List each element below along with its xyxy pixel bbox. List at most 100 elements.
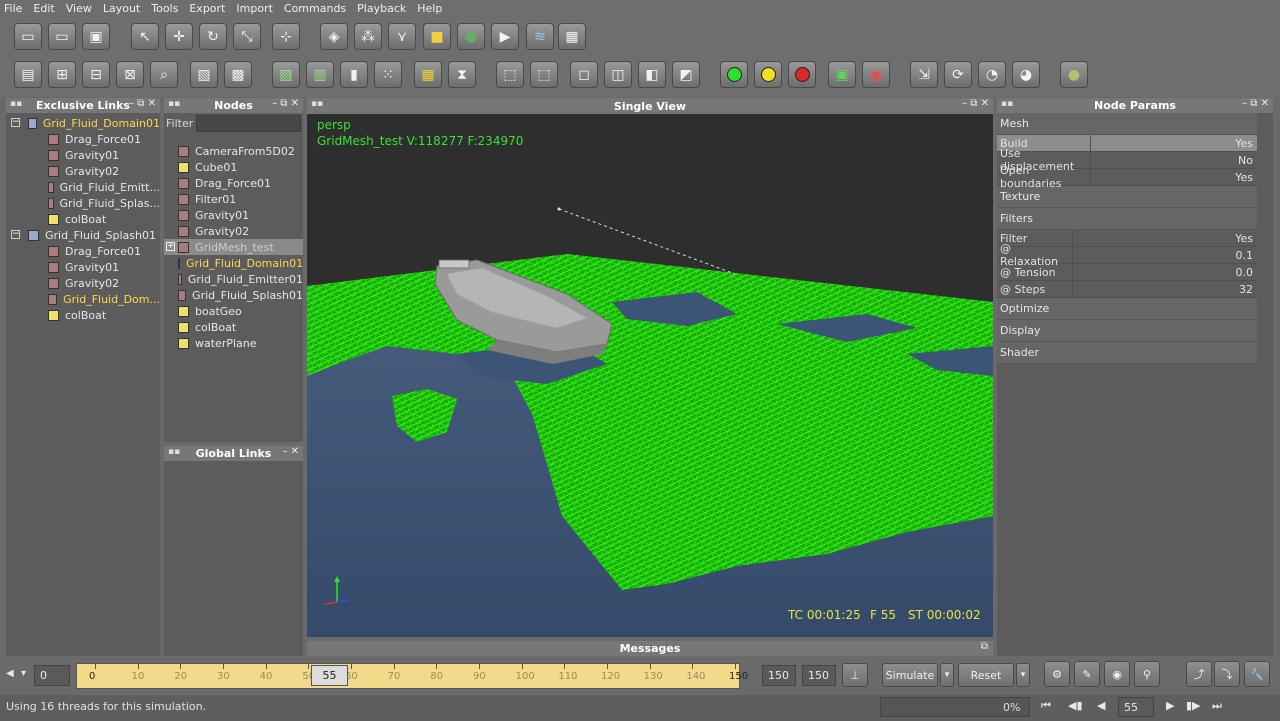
camera-icon[interactable]: ▶ bbox=[491, 23, 519, 50]
param-value[interactable]: Yes bbox=[1073, 232, 1257, 245]
exclusive-link-item[interactable]: Grid_Fluid_Dom... bbox=[6, 291, 160, 307]
panel-grip-icon[interactable]: ▪▪ bbox=[1001, 99, 1013, 109]
panel-grip-icon[interactable]: ▪▪ bbox=[168, 447, 180, 457]
menu-layout[interactable]: Layout bbox=[103, 2, 140, 15]
delete-cache-icon[interactable]: ▣ bbox=[862, 61, 890, 88]
node-item[interactable]: Grid_Fluid_Domain01 bbox=[164, 255, 303, 271]
sim-import-icon[interactable]: ⤵ bbox=[1214, 661, 1240, 687]
sim-tools-icon[interactable]: 🔧 bbox=[1244, 661, 1270, 687]
node-item[interactable]: Cube01 bbox=[164, 159, 303, 175]
node-item[interactable]: CameraFrom5D02 bbox=[164, 143, 303, 159]
simulate-button[interactable]: Simulate bbox=[882, 663, 938, 687]
panel-controls-icon[interactable]: – ⧉ ✕ bbox=[962, 98, 989, 109]
view-persp-icon[interactable]: ◩ bbox=[672, 61, 700, 88]
align-icon[interactable]: ⊠ bbox=[116, 61, 144, 88]
box-solid-icon[interactable]: ▩ bbox=[224, 61, 252, 88]
tool-c-icon[interactable]: ◕ bbox=[1012, 61, 1040, 88]
exclusive-group[interactable]: − Grid_Fluid_Domain01 bbox=[6, 115, 160, 131]
table-icon[interactable]: ▤ bbox=[14, 61, 42, 88]
play-icon[interactable]: ▶ bbox=[1166, 699, 1174, 712]
section-optimize[interactable]: Optimize bbox=[997, 298, 1257, 320]
prev-key-icon[interactable]: ◀▮ bbox=[1068, 699, 1083, 712]
menu-playback[interactable]: Playback bbox=[357, 2, 406, 15]
timeline-end-field[interactable]: 150 bbox=[762, 665, 796, 686]
panel-grip-icon[interactable]: ▪▪ bbox=[311, 99, 323, 109]
exclusive-link-item[interactable]: Gravity01 bbox=[6, 259, 160, 275]
node-item[interactable]: Gravity02 bbox=[164, 223, 303, 239]
messages-expand-icon[interactable]: ⧉ bbox=[981, 641, 988, 652]
section-mesh[interactable]: Mesh bbox=[997, 113, 1257, 135]
sim-edit-icon[interactable]: ✎ bbox=[1074, 661, 1100, 687]
save-cache-icon[interactable]: ▣ bbox=[828, 61, 856, 88]
add-icon[interactable]: ⊞ bbox=[48, 61, 76, 88]
section-display[interactable]: Display bbox=[997, 320, 1257, 342]
timeline-key-icon[interactable]: ⊥ bbox=[842, 663, 868, 687]
gravity-icon[interactable]: ⋎ bbox=[388, 23, 416, 50]
scale-icon[interactable]: ⤡ bbox=[233, 23, 261, 50]
grid-icon[interactable]: ▥ bbox=[306, 61, 334, 88]
exclusive-group[interactable]: − Grid_Fluid_Splash01 bbox=[6, 227, 160, 243]
save-icon[interactable]: ▣ bbox=[82, 23, 110, 50]
red-light-button[interactable] bbox=[788, 61, 816, 88]
frame-field[interactable]: 55 bbox=[1118, 697, 1154, 717]
3d-viewport[interactable]: persp GridMesh_test V:118277 F:234970 TC… bbox=[307, 114, 993, 637]
param-value[interactable]: Yes bbox=[1091, 171, 1257, 184]
export-mesh-icon[interactable]: ⇲ bbox=[910, 61, 938, 88]
collapse-icon[interactable]: − bbox=[11, 118, 20, 127]
node-item[interactable]: Grid_Fluid_Emitter01 bbox=[164, 271, 303, 287]
grid-cube-icon[interactable]: ▦ bbox=[558, 23, 586, 50]
simulate-dropdown-icon[interactable]: ▾ bbox=[940, 663, 954, 687]
timeline-current-frame[interactable]: 55 bbox=[311, 665, 348, 686]
last-frame-icon[interactable]: ⏭ bbox=[1212, 699, 1222, 713]
param-value[interactable]: 0.1 bbox=[1073, 249, 1257, 262]
exclusive-link-item[interactable]: colBoat bbox=[6, 211, 160, 227]
menu-export[interactable]: Export bbox=[189, 2, 225, 15]
section-texture[interactable]: Texture bbox=[997, 186, 1257, 208]
node-item[interactable]: Filter01 bbox=[164, 191, 303, 207]
sim-options-icon[interactable]: ⚙ bbox=[1044, 661, 1070, 687]
green-light-button[interactable] bbox=[720, 61, 748, 88]
exclusive-link-item[interactable]: Grid_Fluid_Emitt... bbox=[6, 179, 160, 195]
cube-wire-icon[interactable]: ◈ bbox=[320, 23, 348, 50]
collapse-icon[interactable]: − bbox=[11, 230, 20, 239]
sim-export-icon[interactable]: ⤴ bbox=[1186, 661, 1212, 687]
menu-view[interactable]: View bbox=[66, 2, 92, 15]
node-item[interactable]: Drag_Force01 bbox=[164, 175, 303, 191]
frame-dashed-icon[interactable]: ⬚ bbox=[530, 61, 558, 88]
node-item[interactable]: + GridMesh_test bbox=[164, 239, 303, 255]
exclusive-link-item[interactable]: colBoat bbox=[6, 307, 160, 323]
material-sphere-icon[interactable]: ● bbox=[1060, 61, 1088, 88]
sim-cache-icon[interactable]: ⚲ bbox=[1134, 661, 1160, 687]
timeline-left-arrow-icon[interactable]: ◀ bbox=[6, 668, 14, 679]
timeline-slider[interactable]: 0 10 20 30 40 50 60 70 80 90 100 110 120 130 140 150 55 bbox=[76, 663, 748, 689]
menu-help[interactable]: Help bbox=[417, 2, 442, 15]
exclusive-link-item[interactable]: Drag_Force01 bbox=[6, 131, 160, 147]
menu-edit[interactable]: Edit bbox=[33, 2, 54, 15]
cube-yellow-icon[interactable]: ■ bbox=[423, 23, 451, 50]
particles-icon[interactable]: ⁂ bbox=[354, 23, 382, 50]
panel-controls-icon[interactable]: – ⧉ ✕ bbox=[129, 98, 156, 109]
mesh-icon[interactable]: ▨ bbox=[272, 61, 300, 88]
node-item[interactable]: waterPlane bbox=[164, 335, 303, 351]
menu-tools[interactable]: Tools bbox=[151, 2, 178, 15]
step-back-icon[interactable]: ◀ bbox=[1097, 699, 1105, 712]
yellow-light-button[interactable] bbox=[754, 61, 782, 88]
tool-a-icon[interactable]: ⟳ bbox=[944, 61, 972, 88]
param-value[interactable]: No bbox=[1091, 154, 1257, 167]
start-dropdown-arrow-icon[interactable]: ▾ bbox=[21, 668, 26, 679]
node-item[interactable]: colBoat bbox=[164, 319, 303, 335]
dots-icon[interactable]: ⁙ bbox=[374, 61, 402, 88]
rotate-icon[interactable]: ↻ bbox=[199, 23, 227, 50]
exclusive-link-item[interactable]: Gravity02 bbox=[6, 163, 160, 179]
view-front-icon[interactable]: ◻ bbox=[570, 61, 598, 88]
reset-button[interactable]: Reset bbox=[958, 663, 1014, 687]
node-item[interactable]: boatGeo bbox=[164, 303, 303, 319]
menu-import[interactable]: Import bbox=[236, 2, 273, 15]
param-value[interactable]: Yes bbox=[1091, 137, 1257, 150]
hourglass-icon[interactable]: ⧗ bbox=[448, 61, 476, 88]
sim-view-icon[interactable]: ◉ bbox=[1104, 661, 1130, 687]
view-top-icon[interactable]: ◧ bbox=[638, 61, 666, 88]
param-row[interactable]: @ Relaxation 0.1 bbox=[997, 242, 1257, 268]
timeline-end-field-2[interactable]: 150 bbox=[802, 665, 836, 686]
node-item[interactable]: Gravity01 bbox=[164, 207, 303, 223]
